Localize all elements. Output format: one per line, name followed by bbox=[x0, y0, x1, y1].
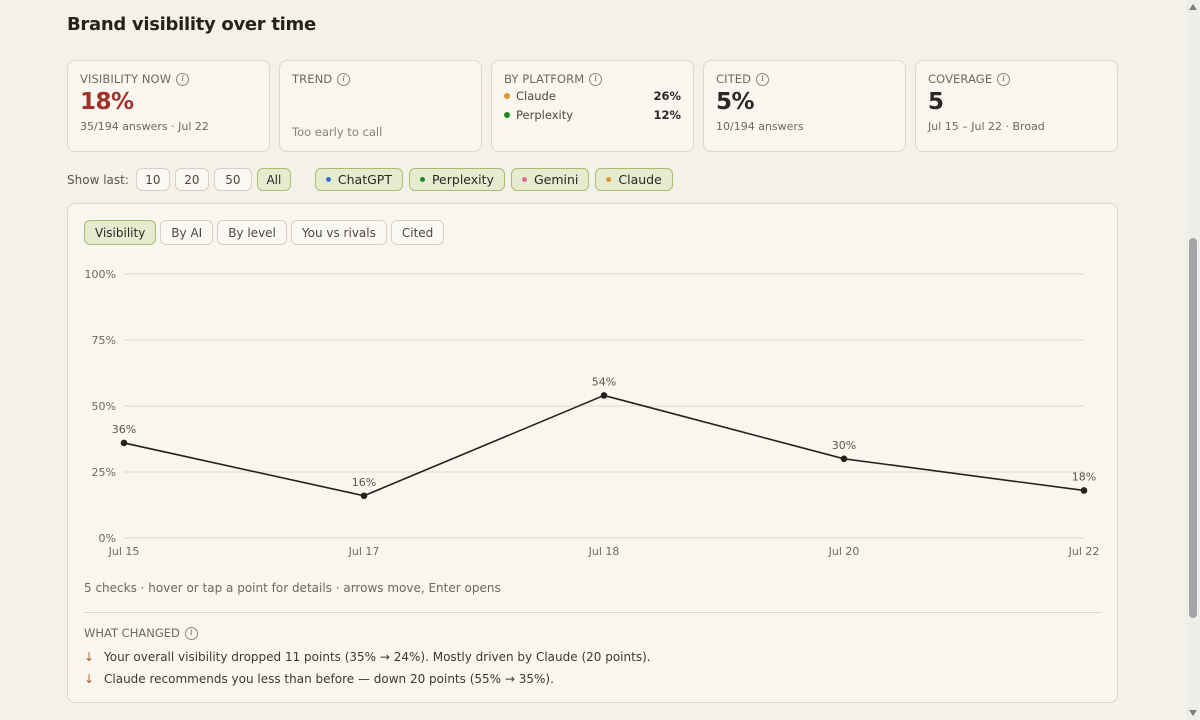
y-tick-label: 50% bbox=[92, 400, 116, 413]
y-tick-label: 25% bbox=[92, 466, 116, 479]
perplexity-dot-icon bbox=[504, 111, 510, 118]
platform-row-value: 26% bbox=[653, 88, 681, 103]
series-line bbox=[123, 394, 1085, 497]
data-label: 54% bbox=[592, 375, 616, 388]
summary-cards: VISIBILITY NOW i 18% 35/194 answers · Ju… bbox=[67, 60, 1118, 152]
trend-text: Too early to call bbox=[292, 125, 383, 139]
info-icon[interactable]: i bbox=[184, 626, 198, 640]
y-tick-label: 0% bbox=[99, 532, 116, 545]
gemini-dot-icon bbox=[521, 177, 527, 182]
what-changed-item: ↓ Your overall visibility dropped 11 poi… bbox=[84, 650, 651, 664]
platform-row-name: Claude bbox=[516, 88, 556, 103]
x-tick-label: Jul 18 bbox=[588, 545, 620, 558]
info-icon[interactable]: i bbox=[176, 72, 190, 86]
platform-row-name: Perplexity bbox=[516, 107, 574, 122]
visibility-line-chart[interactable]: 0% 25% 50% 75% 100% Jul 15 Jul 17 Jul 18 Jul 20 J… bbox=[68, 204, 1117, 574]
platform-filter-gemini[interactable]: Gemini bbox=[510, 168, 590, 191]
x-tick-label: Jul 15 bbox=[108, 545, 140, 558]
info-icon[interactable]: i bbox=[997, 72, 1011, 86]
platform-filter-perplexity[interactable]: Perplexity bbox=[408, 168, 505, 191]
data-point[interactable] bbox=[600, 392, 608, 399]
claude-dot-icon bbox=[606, 177, 612, 182]
platform-card-title: BY PLATFORM bbox=[504, 72, 585, 86]
cited-value: 5% bbox=[716, 89, 755, 115]
chatgpt-dot-icon bbox=[325, 177, 331, 182]
data-point[interactable] bbox=[360, 492, 368, 500]
perplexity-dot-icon bbox=[419, 177, 425, 182]
platform-row-value: 12% bbox=[653, 107, 681, 122]
data-point[interactable] bbox=[840, 455, 848, 463]
platform-filter-label: Claude bbox=[618, 172, 662, 187]
cited-card: CITED i 5% 10/194 answers bbox=[703, 60, 906, 152]
coverage-sub: Jul 15 – Jul 22 · Broad bbox=[928, 120, 1045, 133]
chart-panel: Visibility By AI By level You vs rivals … bbox=[67, 203, 1118, 703]
show-last-10-button[interactable]: 10 bbox=[135, 168, 170, 191]
arrow-down-icon: ↓ bbox=[84, 672, 95, 686]
data-point[interactable] bbox=[1080, 487, 1088, 494]
divider bbox=[84, 612, 1101, 613]
x-tick-label: Jul 22 bbox=[1068, 545, 1100, 558]
data-label: 18% bbox=[1072, 470, 1096, 483]
show-last-all-button[interactable]: All bbox=[256, 168, 291, 191]
x-tick-label: Jul 17 bbox=[348, 545, 380, 558]
scroll-up-arrow-icon[interactable] bbox=[1189, 4, 1197, 10]
x-tick-label: Jul 20 bbox=[828, 545, 860, 558]
y-tick-label: 100% bbox=[85, 268, 116, 281]
coverage-card: COVERAGE i 5 Jul 15 – Jul 22 · Broad bbox=[915, 60, 1118, 152]
visibility-value: 18% bbox=[80, 89, 134, 115]
scroll-down-arrow-icon[interactable] bbox=[1189, 710, 1197, 716]
cited-card-title: CITED bbox=[716, 72, 752, 86]
show-last-50-button[interactable]: 50 bbox=[213, 168, 252, 191]
visibility-card: VISIBILITY NOW i 18% 35/194 answers · Ju… bbox=[67, 60, 270, 152]
info-icon[interactable]: i bbox=[756, 72, 770, 86]
data-label: 30% bbox=[832, 439, 856, 452]
show-last-20-button[interactable]: 20 bbox=[174, 168, 209, 191]
trend-card: TREND i Too early to call bbox=[279, 60, 482, 152]
visibility-sub: 35/194 answers · Jul 22 bbox=[80, 120, 209, 133]
y-tick-label: 75% bbox=[92, 334, 116, 347]
platform-filter-label: Perplexity bbox=[431, 172, 494, 187]
what-changed-text: Claude recommends you less than before —… bbox=[104, 672, 554, 686]
arrow-down-icon: ↓ bbox=[84, 650, 95, 664]
info-icon[interactable]: i bbox=[337, 72, 351, 86]
what-changed-item: ↓ Claude recommends you less than before… bbox=[84, 672, 554, 686]
platform-filter-claude[interactable]: Claude bbox=[595, 168, 673, 191]
platform-card: BY PLATFORM i Claude 26% Perplexity 12% bbox=[491, 60, 694, 152]
chart-hint: 5 checks · hover or tap a point for deta… bbox=[84, 581, 501, 595]
platform-filter-label: Gemini bbox=[533, 172, 579, 187]
trend-card-title: TREND bbox=[292, 72, 333, 86]
data-label: 16% bbox=[352, 476, 376, 489]
data-label: 36% bbox=[112, 423, 136, 436]
coverage-card-title: COVERAGE bbox=[928, 72, 993, 86]
platform-row-perplexity: Perplexity 12% bbox=[504, 105, 681, 124]
coverage-value: 5 bbox=[928, 89, 944, 115]
vertical-scrollbar[interactable] bbox=[1186, 0, 1200, 720]
filter-bar: Show last: 10 20 50 All ChatGPT Perplexi… bbox=[67, 168, 679, 191]
data-point[interactable] bbox=[120, 439, 128, 447]
scrollbar-thumb[interactable] bbox=[1189, 238, 1197, 618]
cited-sub: 10/194 answers bbox=[716, 120, 804, 133]
info-icon[interactable]: i bbox=[589, 72, 603, 86]
claude-dot-icon bbox=[504, 92, 510, 99]
what-changed-text: Your overall visibility dropped 11 point… bbox=[104, 650, 651, 664]
platform-row-claude: Claude 26% bbox=[504, 86, 681, 105]
platform-filter-chatgpt[interactable]: ChatGPT bbox=[314, 168, 403, 191]
page-title: Brand visibility over time bbox=[67, 14, 316, 35]
platform-filter-label: ChatGPT bbox=[337, 172, 392, 187]
visibility-card-title: VISIBILITY NOW bbox=[80, 72, 172, 86]
what-changed-title: WHAT CHANGED bbox=[84, 626, 180, 640]
show-last-label: Show last: bbox=[67, 172, 129, 187]
